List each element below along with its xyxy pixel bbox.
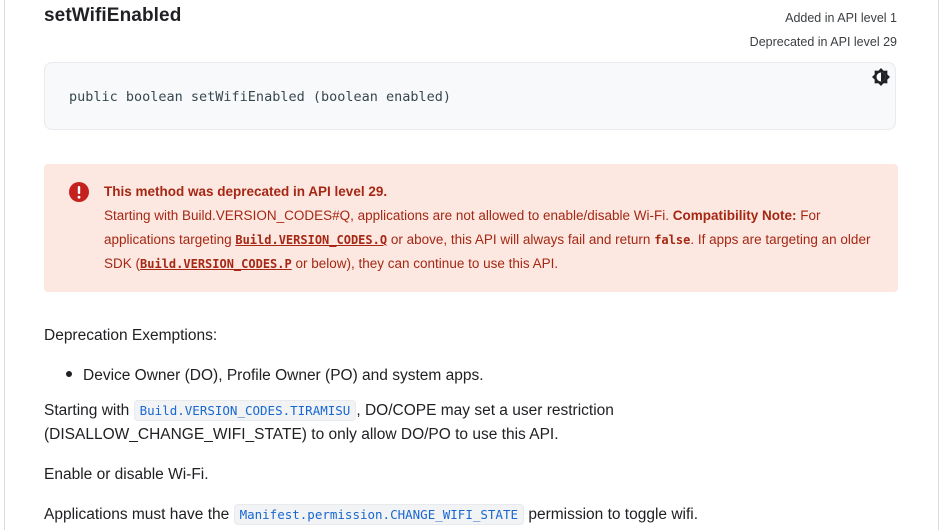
permission-paragraph: Applications must have the Manifest.perm… <box>44 503 698 527</box>
tiramisu-paragraph: Starting with Build.VERSION_CODES.TIRAMI… <box>44 399 684 447</box>
compatibility-note-label: Compatibility Note: <box>672 208 797 223</box>
exemptions-list: Device Owner (DO), Profile Owner (PO) an… <box>66 364 484 388</box>
false-code: false <box>654 233 691 247</box>
caution-text: Starting with Build.VERSION_CODES#Q, app… <box>104 204 874 276</box>
bullet-icon <box>66 370 72 377</box>
method-title: setWifiEnabled <box>44 5 182 26</box>
enable-disable-text: Enable or disable Wi-Fi. <box>44 466 209 483</box>
method-signature-block: public boolean setWifiEnabled (boolean e… <box>44 62 896 130</box>
caution-text-1: Starting with Build.VERSION_CODES#Q, app… <box>104 208 673 223</box>
method-signature: public boolean setWifiEnabled (boolean e… <box>69 89 452 105</box>
change-wifi-state-link[interactable]: Manifest.permission.CHANGE_WIFI_STATE <box>233 504 525 525</box>
tiramisu-link[interactable]: Build.VERSION_CODES.TIRAMISU <box>133 400 357 421</box>
version-codes-p-link[interactable]: Build.VERSION_CODES.P <box>140 257 292 271</box>
caution-text-5: or below), they can continue to use this… <box>291 256 559 271</box>
apps-must-text: Applications must have the <box>44 506 234 523</box>
content-right-border <box>938 0 939 530</box>
apps-rest-text: permission to toggle wifi. <box>524 506 699 523</box>
starting-with-text: Starting with <box>44 402 134 419</box>
brightness-contrast-icon[interactable] <box>871 67 891 87</box>
exemptions-label: Deprecation Exemptions: <box>44 327 218 344</box>
list-item-text: Device Owner (DO), Profile Owner (PO) an… <box>83 367 484 384</box>
caution-text-3: or above, this API will always fail and … <box>387 232 655 247</box>
exclamation-circle-icon <box>68 181 90 203</box>
api-deprecated-label: Deprecated in API level 29 <box>749 35 897 49</box>
api-added-label: Added in API level 1 <box>785 11 897 25</box>
list-item: Device Owner (DO), Profile Owner (PO) an… <box>66 364 484 388</box>
version-codes-q-link[interactable]: Build.VERSION_CODES.Q <box>235 233 387 247</box>
content-left-border <box>4 0 5 530</box>
caution-heading: This method was deprecated in API level … <box>104 184 388 199</box>
caution-body: This method was deprecated in API level … <box>104 180 874 276</box>
deprecation-caution: This method was deprecated in API level … <box>44 164 898 292</box>
